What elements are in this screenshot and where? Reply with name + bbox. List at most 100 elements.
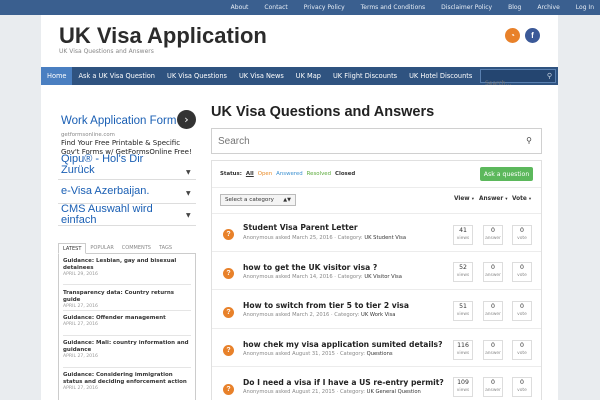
votes-count: 0 vote bbox=[512, 340, 532, 360]
tab-latest[interactable]: LATEST bbox=[58, 243, 87, 254]
category-prefix: Category: bbox=[334, 312, 360, 318]
category-select-value: Select a category bbox=[225, 197, 274, 203]
top-bar: About Contact Privacy Policy Terms and C… bbox=[0, 0, 600, 15]
post-title[interactable]: Transparency data: Country returns guide bbox=[63, 290, 191, 304]
list-item[interactable]: Guidance: Offender management APRIL 27, … bbox=[63, 315, 191, 328]
top-link-about[interactable]: About bbox=[231, 4, 249, 11]
search-icon[interactable]: ⚲ bbox=[526, 136, 532, 145]
status-label: Status: bbox=[220, 171, 242, 177]
question-category[interactable]: UK General Question bbox=[367, 389, 421, 395]
divider bbox=[212, 289, 541, 290]
nav-item-hotel-discounts[interactable]: UK Hotel Discounts bbox=[403, 67, 478, 85]
votes-count: 0 vote bbox=[512, 262, 532, 282]
views-number: 109 bbox=[457, 379, 469, 386]
nav-item-map[interactable]: UK Map bbox=[290, 67, 327, 85]
ad-link-label: e-Visa Azerbaijan. bbox=[61, 185, 150, 197]
category-select[interactable]: Select a category ▲▼ bbox=[220, 194, 296, 206]
sort-answer-label: Answer bbox=[479, 196, 504, 202]
ad-title[interactable]: Work Application Form bbox=[61, 115, 176, 127]
list-item[interactable]: Guidance: Lesbian, gay and bisexual deta… bbox=[63, 258, 191, 278]
top-link-privacy[interactable]: Privacy Policy bbox=[304, 4, 345, 11]
top-links: About Contact Privacy Policy Terms and C… bbox=[215, 0, 594, 15]
divider bbox=[63, 284, 191, 285]
votes-number: 0 bbox=[520, 342, 524, 349]
question-title[interactable]: How to switch from tier 5 to tier 2 visa bbox=[243, 301, 409, 310]
answers-number: 0 bbox=[491, 379, 495, 386]
sort-answer[interactable]: Answer ▾ bbox=[479, 196, 508, 202]
views-number: 51 bbox=[459, 303, 467, 310]
top-link-terms[interactable]: Terms and Conditions bbox=[361, 4, 426, 11]
filter-answered[interactable]: Answered bbox=[276, 171, 302, 177]
question-category[interactable]: Questions bbox=[367, 351, 393, 357]
rss-icon[interactable]: ◔ bbox=[505, 28, 520, 43]
ad-link-item[interactable]: CMS Auswahl wird einfach ▼ bbox=[58, 204, 196, 226]
question-search: ⚲ bbox=[211, 128, 542, 154]
question-category[interactable]: UK Student Visa bbox=[364, 235, 406, 241]
divider bbox=[63, 335, 191, 336]
top-link-contact[interactable]: Contact bbox=[264, 4, 287, 11]
answers-count: 0 answer bbox=[483, 301, 503, 321]
post-title[interactable]: Guidance: Lesbian, gay and bisexual deta… bbox=[63, 258, 191, 272]
votes-label: vote bbox=[517, 351, 527, 356]
sort-icon: ▾ bbox=[528, 197, 532, 202]
post-title[interactable]: Guidance: Mali: country information and … bbox=[63, 340, 191, 354]
post-title[interactable]: Guidance: Offender management bbox=[63, 315, 191, 322]
list-item[interactable]: Transparency data: Country returns guide… bbox=[63, 290, 191, 310]
question-title[interactable]: how chek my visa application sumited det… bbox=[243, 340, 442, 349]
nav-item-flight-discounts[interactable]: UK Flight Discounts bbox=[327, 67, 403, 85]
top-link-archive[interactable]: Archive bbox=[537, 4, 559, 11]
views-label: views bbox=[456, 236, 470, 241]
top-link-blog[interactable]: Blog bbox=[508, 4, 521, 11]
question-title[interactable]: Student Visa Parent Letter bbox=[243, 223, 358, 232]
list-item[interactable]: Guidance: Mali: country information and … bbox=[63, 340, 191, 360]
status-filters: Status: All Open Answered Resolved Close… bbox=[220, 171, 359, 177]
views-number: 116 bbox=[457, 342, 469, 349]
chevron-down-icon: ▼ bbox=[186, 169, 191, 176]
tab-comments[interactable]: COMMENTS bbox=[118, 243, 155, 254]
tab-tags[interactable]: TAGS bbox=[155, 243, 176, 254]
search-icon[interactable]: ⚲ bbox=[547, 72, 552, 80]
ad-link-item[interactable]: Qipu® - Hol's Dir Zurück ▼ bbox=[58, 154, 196, 180]
divider bbox=[63, 367, 191, 368]
filter-all[interactable]: All bbox=[246, 171, 254, 177]
nav-item-news[interactable]: UK Visa News bbox=[233, 67, 290, 85]
tab-popular[interactable]: POPULAR bbox=[86, 243, 117, 254]
filter-open[interactable]: Open bbox=[258, 171, 272, 177]
question-icon: ? bbox=[223, 307, 234, 318]
views-count: 51 views bbox=[453, 301, 473, 321]
ad-url[interactable]: getformsonline.com bbox=[61, 132, 115, 138]
list-item[interactable]: Guidance: Considering immigration status… bbox=[63, 372, 191, 392]
question-category[interactable]: UK Work Visa bbox=[361, 312, 395, 318]
answers-label: answer bbox=[485, 388, 501, 393]
nav-item-questions[interactable]: UK Visa Questions bbox=[161, 67, 233, 85]
question-search-input[interactable] bbox=[218, 134, 508, 148]
question-meta: Anonymous asked March 14, 2016 · Categor… bbox=[243, 274, 402, 280]
top-link-login[interactable]: Log In bbox=[576, 4, 594, 11]
question-category[interactable]: UK Visitor Visa bbox=[364, 274, 402, 280]
answers-number: 0 bbox=[491, 227, 495, 234]
sidebar-tabs: LATEST POPULAR COMMENTS TAGS bbox=[58, 243, 196, 254]
divider bbox=[63, 310, 191, 311]
facebook-icon[interactable]: f bbox=[525, 28, 540, 43]
question-title[interactable]: how to get the UK visitor visa ? bbox=[243, 263, 377, 272]
nav-item-ask-question[interactable]: Ask a UK Visa Question bbox=[72, 67, 161, 85]
filter-closed[interactable]: Closed bbox=[335, 171, 355, 177]
question-title[interactable]: Do I need a visa if I have a US re-entry… bbox=[243, 378, 444, 387]
site-tagline: UK Visa Questions and Answers bbox=[59, 48, 154, 55]
arrow-right-icon[interactable]: › bbox=[177, 110, 196, 129]
question-asked: Anonymous asked August 21, 2015 · bbox=[243, 389, 339, 395]
answers-number: 0 bbox=[491, 264, 495, 271]
sort-vote[interactable]: Vote ▾ bbox=[512, 196, 531, 202]
nav-item-home[interactable]: Home bbox=[41, 67, 73, 85]
site-title[interactable]: UK Visa Application bbox=[59, 23, 267, 49]
views-label: views bbox=[456, 273, 470, 278]
filter-resolved[interactable]: Resolved bbox=[307, 171, 331, 177]
sort-view[interactable]: View ▾ bbox=[454, 196, 474, 202]
views-number: 41 bbox=[459, 227, 467, 234]
top-link-disclaimer[interactable]: Disclaimer Policy bbox=[441, 4, 492, 11]
answers-count: 0 answer bbox=[483, 225, 503, 245]
ad-link-item[interactable]: e-Visa Azerbaijan. ▼ bbox=[58, 182, 196, 204]
category-prefix: Category: bbox=[339, 351, 366, 357]
post-title[interactable]: Guidance: Considering immigration status… bbox=[63, 372, 191, 386]
ask-question-button[interactable]: Ask a question bbox=[480, 167, 533, 181]
